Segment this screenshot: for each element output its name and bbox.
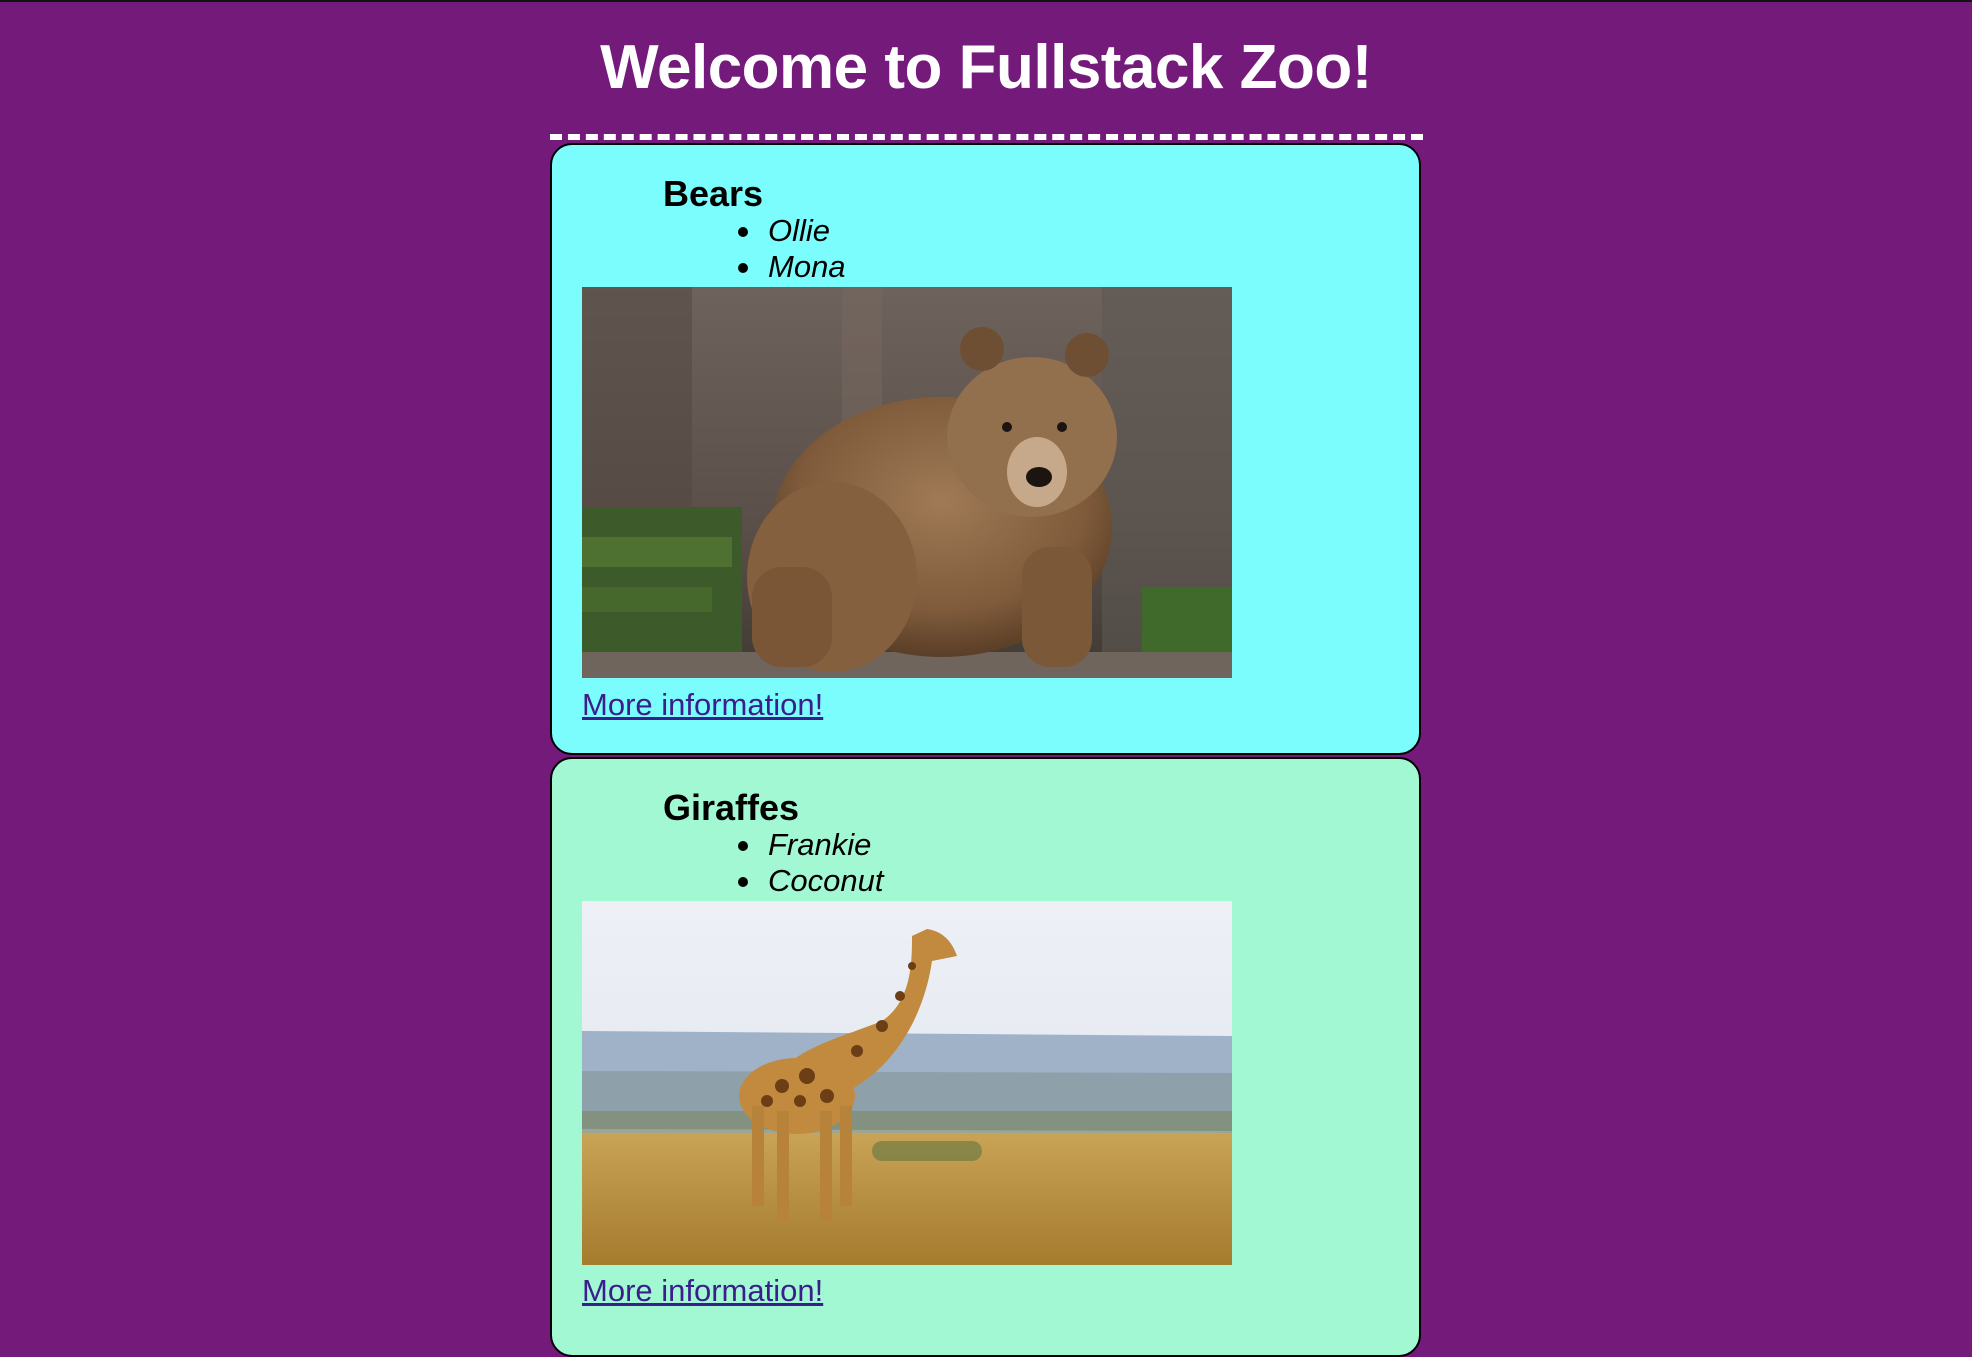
exhibit-heading: Bears: [663, 173, 764, 214]
exhibit-heading: Giraffes: [663, 787, 800, 828]
bullet-icon: [738, 841, 748, 851]
animal-name-item: Mona: [738, 249, 846, 285]
exhibit-card-giraffes: Giraffes Frankie Coconut More informatio…: [550, 757, 1421, 1357]
exhibit-card-bears: Bears Ollie Mona More information!: [550, 143, 1421, 755]
page-title: Welcome to Fullstack Zoo!: [600, 33, 1372, 102]
animal-name-list: Ollie Mona: [738, 213, 846, 285]
bullet-icon: [738, 227, 748, 237]
bear-photo: [582, 287, 1232, 678]
bullet-icon: [738, 263, 748, 273]
bullet-icon: [738, 877, 748, 887]
more-information-link[interactable]: More information!: [582, 687, 823, 723]
animal-name: Coconut: [768, 863, 884, 898]
animal-name-item: Ollie: [738, 213, 846, 249]
giraffe-photo: [582, 901, 1232, 1265]
animal-name: Ollie: [768, 213, 831, 248]
animal-name: Mona: [768, 249, 846, 284]
animal-name-item: Frankie: [738, 827, 883, 863]
title-divider: [550, 134, 1423, 140]
animal-name-list: Frankie Coconut: [738, 827, 884, 899]
animal-name: Frankie: [768, 827, 872, 862]
animal-name-item: Coconut: [738, 863, 884, 899]
